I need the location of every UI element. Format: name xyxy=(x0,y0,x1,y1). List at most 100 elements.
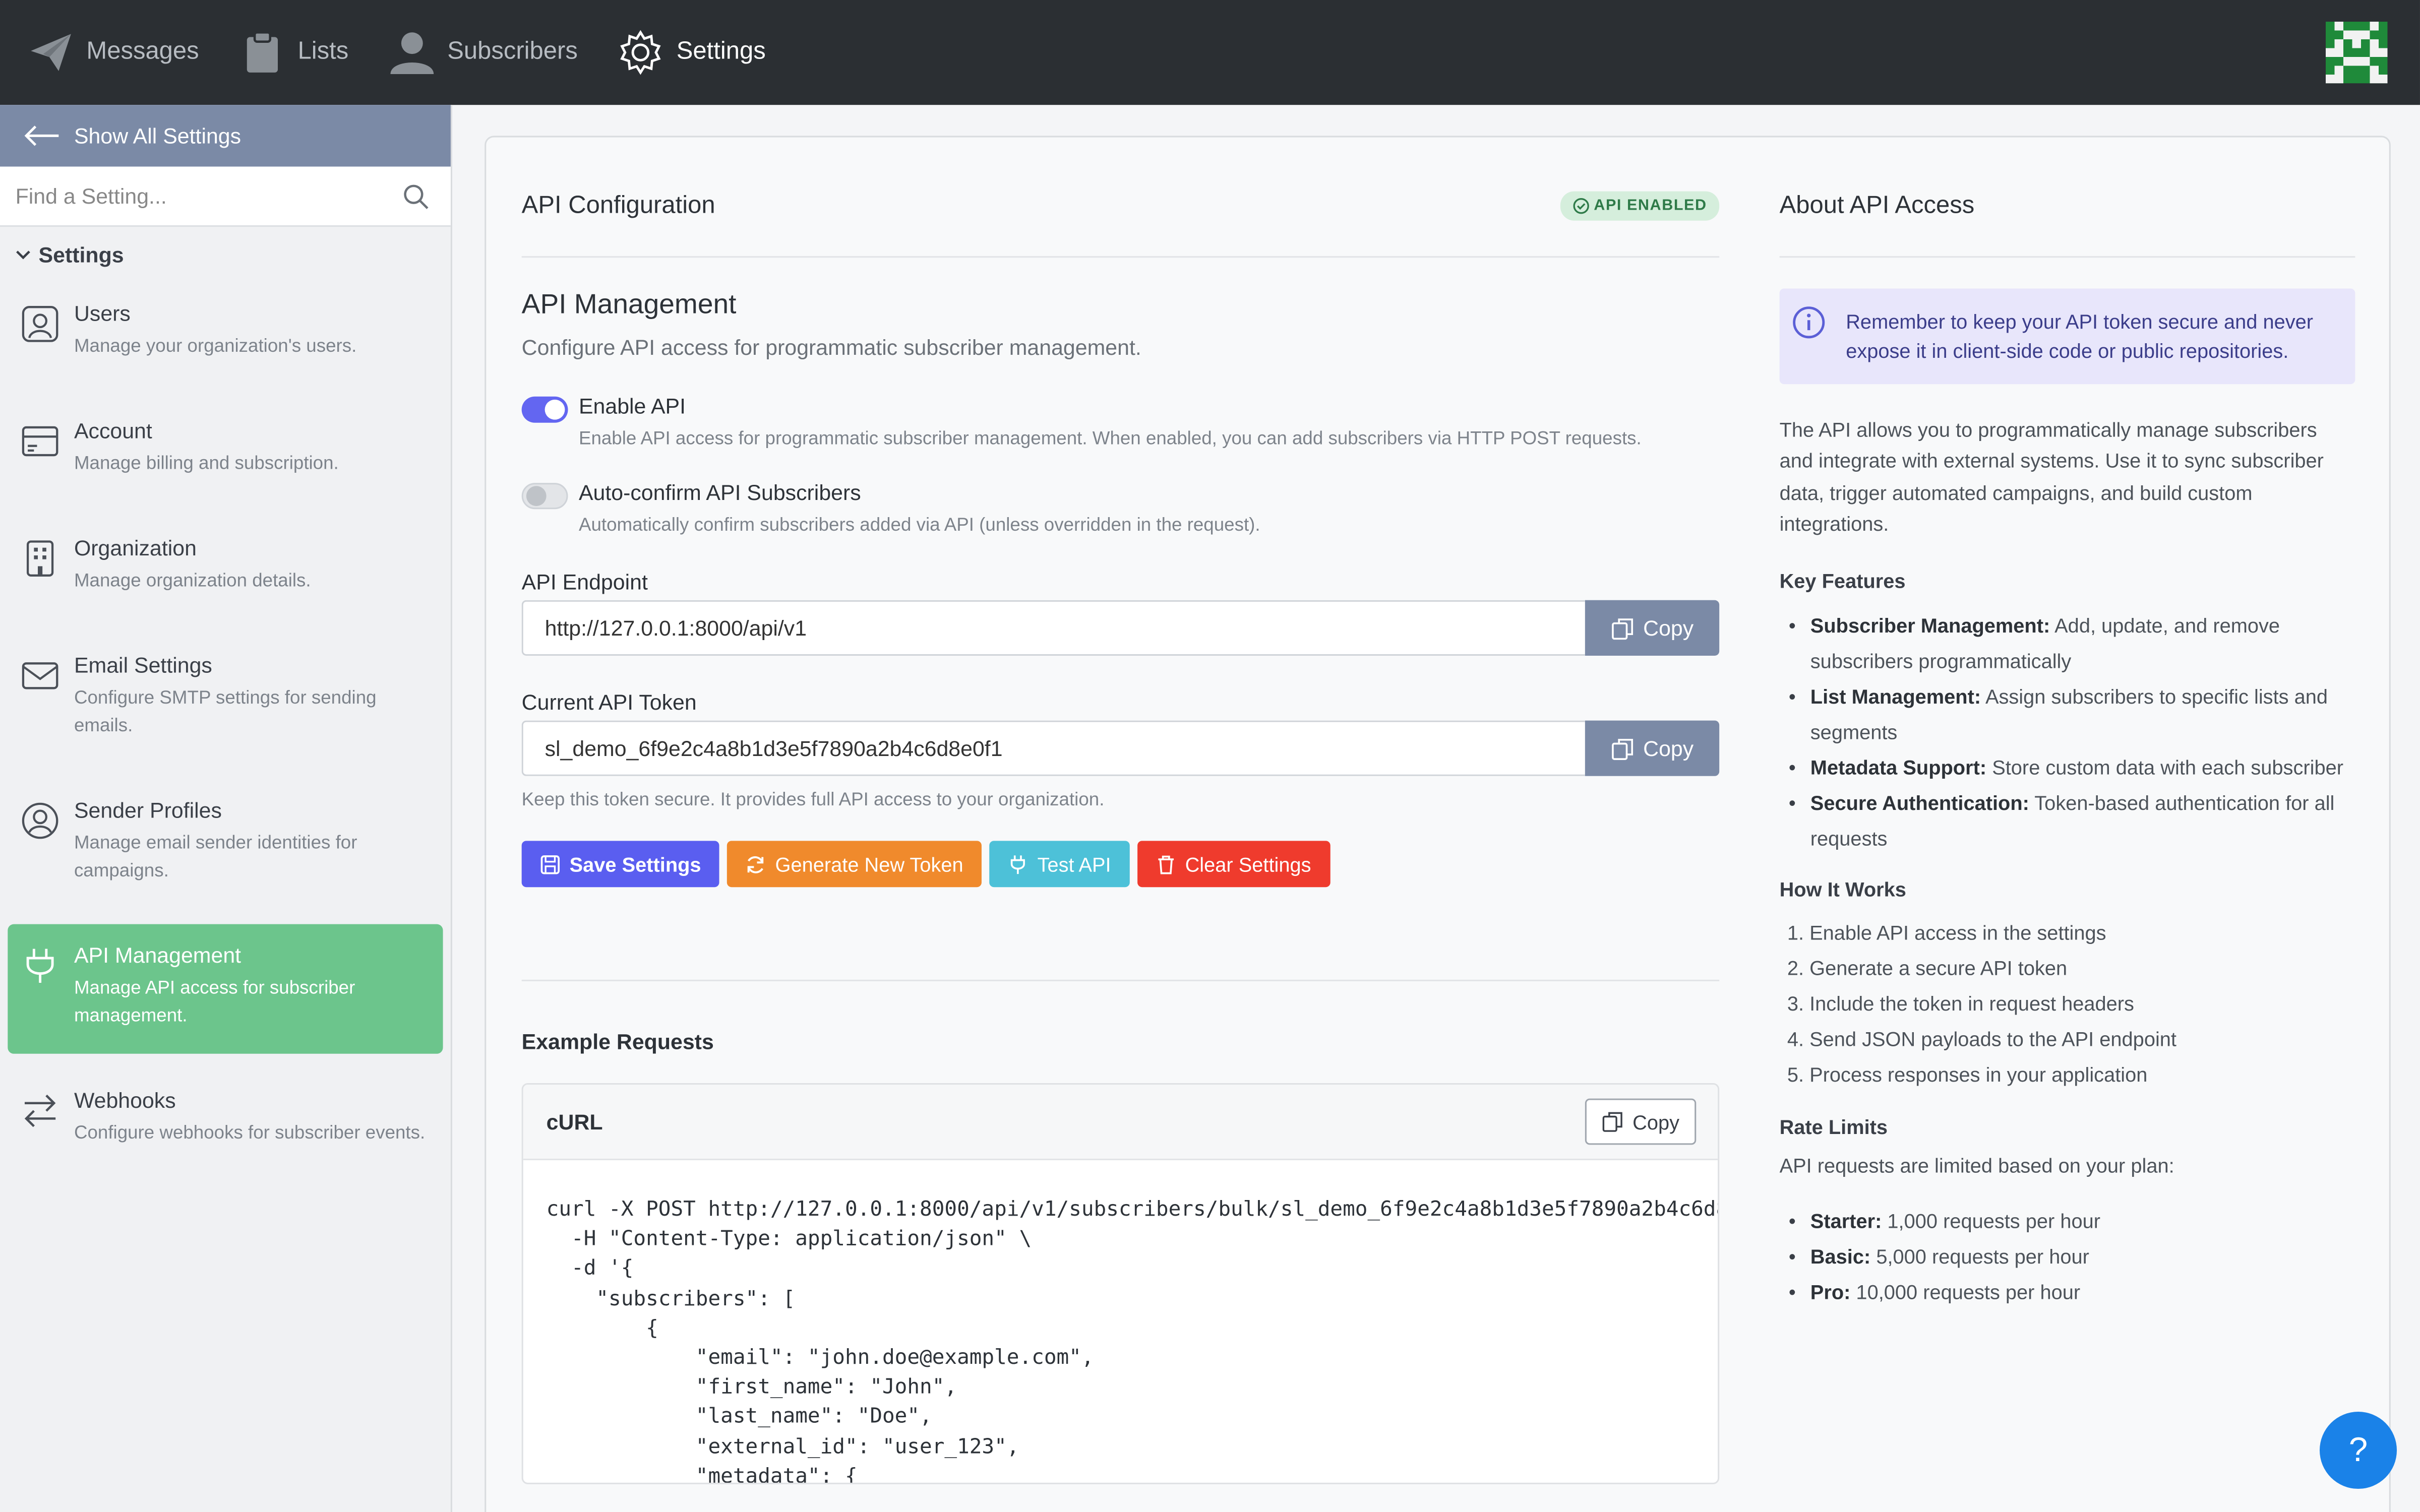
auto-confirm-label: Auto-confirm API Subscribers xyxy=(578,480,861,505)
enable-api-row: Enable API Enable API access for program… xyxy=(521,393,1719,449)
sidebar-item-title: Webhooks xyxy=(74,1088,176,1113)
generate-token-label: Generate New Token xyxy=(775,852,963,876)
list-item: Starter: 1,000 requests per hour xyxy=(1780,1204,2355,1239)
sidebar-item-desc: Manage organization details. xyxy=(74,569,311,591)
auto-confirm-hint: Automatically confirm subscribers added … xyxy=(578,514,1260,536)
sidebar-item-title: Organization xyxy=(74,535,197,560)
setting-search-input[interactable] xyxy=(15,183,386,209)
sidebar-item-account[interactable]: Account Manage billing and subscription. xyxy=(0,400,451,517)
settings-section-label: Settings xyxy=(38,242,124,267)
sidebar-item-users[interactable]: Users Manage your organization's users. xyxy=(0,282,451,400)
info-icon xyxy=(1793,306,1825,339)
auto-confirm-toggle[interactable] xyxy=(521,483,568,510)
auto-confirm-row: Auto-confirm API Subscribers Automatical… xyxy=(521,480,1719,536)
nav-subscribers-label: Subscribers xyxy=(447,38,578,65)
building-icon xyxy=(26,540,54,577)
search-icon[interactable] xyxy=(403,183,429,210)
sidebar-item-email-settings[interactable]: Email Settings Configure SMTP settings f… xyxy=(0,634,451,779)
about-title: About API Access xyxy=(1779,192,1975,219)
endpoint-input[interactable] xyxy=(521,600,1585,656)
section-heading: API Management xyxy=(521,288,737,320)
token-input[interactable] xyxy=(521,720,1585,776)
test-api-button[interactable]: Test API xyxy=(989,841,1130,888)
refresh-icon xyxy=(748,855,764,873)
plan-limit: 1,000 requests per hour xyxy=(1882,1210,2101,1233)
user-circle-icon xyxy=(22,802,58,839)
copy-token-button[interactable]: Copy xyxy=(1585,720,1720,776)
clear-settings-label: Clear Settings xyxy=(1185,852,1311,876)
list-item: 5. Process responses in your application xyxy=(1787,1062,2148,1086)
about-api-column: About API Access Remember to keep your A… xyxy=(1779,137,2355,1310)
generate-token-button[interactable]: Generate New Token xyxy=(727,841,982,888)
token-hint: Keep this token secure. It provides full… xyxy=(521,788,1105,810)
about-header: About API Access xyxy=(1779,137,2355,258)
status-badge: API ENABLED xyxy=(1559,191,1720,221)
security-notice-text: Remember to keep your API token secure a… xyxy=(1846,310,2314,363)
help-button[interactable]: ? xyxy=(2319,1411,2397,1489)
copy-curl-button[interactable]: Copy xyxy=(1585,1098,1697,1145)
save-settings-label: Save Settings xyxy=(569,852,701,876)
rate-limits-intro: API requests are limited based on your p… xyxy=(1779,1153,2174,1177)
envelope-icon xyxy=(22,662,58,689)
top-nav: Messages Lists Subscribers Settings xyxy=(0,0,2420,105)
test-api-label: Test API xyxy=(1037,852,1111,876)
toggle-knob xyxy=(544,399,565,420)
copy-label: Copy xyxy=(1632,1110,1680,1133)
copy-icon xyxy=(1611,738,1633,760)
plan-name: Pro: xyxy=(1810,1280,1851,1304)
sidebar-item-webhooks[interactable]: Webhooks Configure webhooks for subscrib… xyxy=(0,1069,451,1214)
sidebar-item-desc: Configure webhooks for subscriber events… xyxy=(74,1121,426,1144)
sidebar-item-organization[interactable]: Organization Manage organization details… xyxy=(0,517,451,635)
settings-sidebar: Show All Settings Settings Users Manage … xyxy=(0,105,452,1512)
save-settings-button[interactable]: Save Settings xyxy=(521,841,720,888)
nav-lists[interactable]: Lists xyxy=(239,0,348,105)
copy-endpoint-button[interactable]: Copy xyxy=(1585,600,1720,656)
plan-name: Basic: xyxy=(1810,1245,1871,1269)
feature-text: Store custom data with each subscriber xyxy=(1986,755,2344,779)
nav-settings-label: Settings xyxy=(676,38,766,65)
curl-code-block[interactable]: curl -X POST http://127.0.0.1:8000/api/v… xyxy=(523,1160,1718,1483)
feature-name: List Management: xyxy=(1810,684,1981,708)
nav-messages[interactable]: Messages xyxy=(28,0,199,105)
paper-plane-icon xyxy=(31,34,71,71)
examples-title: Example Requests xyxy=(521,1029,714,1054)
settings-section-toggle[interactable]: Settings xyxy=(0,227,451,282)
feature-name: Subscriber Management: xyxy=(1810,613,2050,637)
list-item: Subscriber Management: Add, update, and … xyxy=(1780,607,2355,678)
nav-subscribers[interactable]: Subscribers xyxy=(389,0,578,105)
enable-api-label: Enable API xyxy=(578,393,686,418)
curl-example-header: cURL Copy xyxy=(523,1085,1718,1161)
sidebar-item-title: Email Settings xyxy=(74,652,212,677)
list-item: Basic: 5,000 requests per hour xyxy=(1780,1239,2355,1274)
setting-search xyxy=(0,166,451,227)
steps-list: 1. Enable API access in the settings 2. … xyxy=(1780,914,2355,1092)
sidebar-item-api-management[interactable]: API Management Manage API access for sub… xyxy=(8,924,443,1054)
sidebar-item-sender-profiles[interactable]: Sender Profiles Manage email sender iden… xyxy=(0,779,451,924)
show-all-settings-button[interactable]: Show All Settings xyxy=(0,105,451,167)
trash-icon xyxy=(1158,855,1174,873)
enable-api-toggle[interactable] xyxy=(521,396,568,423)
sidebar-item-title: Account xyxy=(74,418,152,443)
sidebar-item-desc: Manage billing and subscription. xyxy=(74,452,339,474)
api-config-header: API Configuration API ENABLED xyxy=(521,137,1720,258)
token-label: Current API Token xyxy=(521,689,697,715)
sidebar-item-title: API Management xyxy=(74,942,241,968)
section-divider xyxy=(521,979,1720,981)
sidebar-item-title: Users xyxy=(74,300,131,326)
token-field-group: Copy xyxy=(521,720,1720,776)
action-buttons: Save Settings Generate New Token Test AP… xyxy=(521,841,1719,888)
status-badge-label: API ENABLED xyxy=(1594,197,1707,215)
clear-settings-button[interactable]: Clear Settings xyxy=(1137,841,1330,888)
chevron-down-icon xyxy=(16,250,30,260)
arrows-exchange-icon xyxy=(24,1094,56,1127)
curl-example-card: cURL Copy curl -X POST http://127.0.0.1:… xyxy=(521,1083,1720,1484)
sidebar-item-desc: Configure SMTP settings for sending emai… xyxy=(74,686,377,736)
avatar[interactable] xyxy=(2324,21,2389,84)
plug-icon xyxy=(26,949,54,983)
plan-name: Starter: xyxy=(1810,1210,1882,1233)
rate-limits-title: Rate Limits xyxy=(1779,1115,1888,1139)
nav-settings[interactable]: Settings xyxy=(618,0,766,105)
api-settings-card: API Configuration API ENABLED API Manage… xyxy=(485,136,2391,1512)
list-item: 1. Enable API access in the settings xyxy=(1787,920,2106,944)
enable-api-hint: Enable API access for programmatic subsc… xyxy=(578,427,1642,449)
